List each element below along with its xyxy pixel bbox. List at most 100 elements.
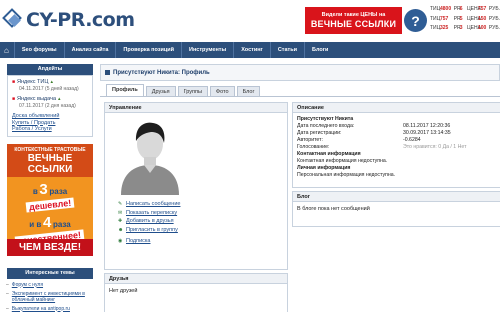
blog-empty-text: В блоге пока нет сообщений	[297, 206, 370, 212]
add-user-icon: ✚	[118, 218, 123, 225]
topic-link[interactable]: Выкупатели на antipop.ru	[12, 306, 70, 312]
left-sidebar: Апдейты ■ Яндекс ТИЦ ▴ 04.11.2017 (5 дне…	[0, 64, 97, 312]
nav-item-hosting[interactable]: Хостинг	[233, 42, 270, 58]
bullet-icon: –	[6, 290, 9, 297]
show-conversation-link[interactable]: Показать переписку	[126, 210, 177, 216]
update-item: ■ Яндекс выдача ▴ 07.11.2017 (2 дня наза…	[12, 96, 88, 110]
invite-group-link[interactable]: Пригласить в группу	[126, 227, 178, 233]
price-label: ЦЕНА	[466, 25, 481, 31]
send-message-action[interactable]: ✎ Написать сообщение	[118, 200, 180, 209]
price-value: 4800	[440, 6, 452, 12]
price-value: 757	[477, 6, 487, 12]
topic-item: – Форум с нуля	[0, 282, 97, 288]
promo-word: раза	[49, 186, 68, 196]
invite-group-action[interactable]: ☻ Пригласить в группу	[118, 226, 180, 235]
desc-row: Авторитет: -0.6284	[297, 137, 497, 144]
home-icon[interactable]: ⌂	[4, 46, 9, 55]
yandex-icon: ■	[12, 96, 16, 102]
profile-actions: ✎ Написать сообщение ✉ Показать переписк…	[118, 200, 180, 246]
yandex-icon: ■	[12, 79, 16, 85]
tab-blog[interactable]: Блог	[236, 86, 261, 96]
promo-small-text: КОНТЕКСТНЫЕ ТРАСТОВЫЕ	[14, 146, 86, 153]
ad-banner[interactable]: Видели такие ЦЕНЫ на ВЕЧНЫЕ ССЫЛКИ	[305, 7, 402, 34]
nav-item-site-analysis[interactable]: Анализ сайта	[63, 42, 116, 58]
price-value: 757	[440, 15, 449, 22]
desc-value: -0.6284	[403, 137, 421, 143]
personal-title: Личная информация	[297, 165, 351, 171]
topic-link[interactable]: Форум с нуля	[12, 282, 43, 288]
avatar	[121, 122, 179, 195]
updates-title: Апдейты	[7, 64, 93, 75]
nav-item-seo-forums[interactable]: Seo форумы	[13, 42, 64, 58]
sidebar-link-jobs[interactable]: Работа / Услуги	[12, 126, 88, 133]
desc-key: Дата последнего входа:	[297, 123, 355, 129]
manage-panel: Управление ✎ Написать сообщение ✉ Показа…	[104, 102, 288, 270]
add-friend-link[interactable]: Добавить в друзья	[126, 218, 174, 224]
vote-value[interactable]: Это нравится: 0 Да / 1 Нет	[403, 144, 497, 151]
description-body: Присутствуют Никита Дата последнего вход…	[293, 113, 500, 182]
update-label[interactable]: Яндекс ТИЦ	[17, 79, 48, 86]
tab-friends[interactable]: Друзья	[145, 86, 176, 96]
rss-icon: ◉	[118, 238, 123, 245]
update-label[interactable]: Яндекс выдача	[17, 96, 56, 103]
topic-item: – Эксперимент с инвестициями в облачный …	[0, 291, 97, 303]
profile-tabs: Профиль Друзья Группы Фото Блог	[100, 84, 500, 97]
page-title: Присутствуют Никита: Профиль	[113, 69, 210, 76]
main-content: Присутствуют Никита: Профиль Профиль Дру…	[100, 64, 500, 312]
nav-item-tools[interactable]: Инструменты	[181, 42, 233, 58]
tab-groups[interactable]: Группы	[177, 86, 208, 96]
question-icon[interactable]: ?	[404, 9, 427, 32]
description-title: Описание	[293, 103, 500, 113]
blog-panel: Блог В блоге пока нет сообщений	[292, 191, 500, 227]
promo-header: КОНТЕКСТНЫЕ ТРАСТОВЫЕ ВЕЧНЫЕ ССЫЛКИ	[7, 143, 93, 177]
bullet-icon: –	[6, 281, 9, 288]
pencil-icon: ✎	[118, 201, 123, 208]
promo-banner[interactable]: КОНТЕКСТНЫЕ ТРАСТОВЫЕ ВЕЧНЫЕ ССЫЛКИ в 3 …	[7, 143, 93, 256]
subscribe-link[interactable]: Подписка	[126, 238, 151, 244]
group-icon: ☻	[118, 226, 124, 233]
topic-link[interactable]: Эксперимент с инвестициями в облачный ма…	[12, 291, 97, 303]
price-value: 100	[477, 25, 487, 31]
nav-item-position-check[interactable]: Проверка позиций	[115, 42, 181, 58]
contact-title: Контактная информация	[297, 151, 361, 157]
price-label: ТИЦ	[430, 25, 441, 31]
subscribe-action[interactable]: ◉ Подписка	[118, 237, 180, 246]
price-currency: РУБ.	[488, 6, 500, 12]
price-currency: РУБ.	[488, 25, 500, 31]
nav-item-blogs[interactable]: Блоги	[304, 42, 335, 58]
bullet-icon: –	[6, 305, 9, 312]
price-row: ТИЦ 325 PR 3 ЦЕНА 100 РУБ.	[430, 24, 500, 34]
send-message-link[interactable]: Написать сообщение	[126, 201, 180, 207]
add-friend-action[interactable]: ✚ Добавить в друзья	[118, 217, 180, 226]
desc-key: Голосование:	[297, 144, 330, 150]
price-label: ЦЕНА	[466, 6, 481, 12]
chart-icon: ▴	[50, 79, 53, 85]
desc-value: 30.09.2017 13:14:35	[403, 130, 451, 136]
price-label: ЦЕНА	[466, 15, 481, 22]
price-label: ТИЦ	[430, 15, 441, 22]
desc-key: Дата регистрации:	[297, 130, 342, 136]
update-date: 07.11.2017 (2 дня назад)	[19, 103, 76, 109]
show-conversation-action[interactable]: ✉ Показать переписку	[118, 209, 180, 218]
price-row: ТИЦ 4800 PR 6 ЦЕНА 757 РУБ.	[430, 5, 500, 15]
promo-tag-cheaper: дешевле!	[25, 197, 75, 212]
price-value: 3	[459, 25, 463, 31]
contact-text: Контактная информация недоступна.	[297, 158, 388, 164]
friends-empty-text: Нет друзей	[109, 288, 138, 294]
sidebar-links: Доска объявлений Купить / Продать Работа…	[12, 113, 88, 133]
desc-row: Дата регистрации: 30.09.2017 13:14:35	[297, 130, 497, 137]
promo-word: раза	[52, 219, 71, 229]
price-value: 5	[459, 15, 463, 22]
update-date: 04.11.2017 (5 дней назад)	[19, 86, 79, 92]
ad-line-2: ВЕЧНЫЕ ССЫЛКИ	[310, 19, 397, 29]
promo-line-2: и в 4 раза	[7, 214, 93, 231]
nav-item-articles[interactable]: Статьи	[269, 42, 304, 58]
user-name: Присутствуют Никита	[297, 116, 354, 122]
price-table: ТИЦ 4800 PR 6 ЦЕНА 757 РУБ. ТИЦ 757 PR 5…	[430, 5, 500, 34]
friends-panel: Друзья Нет друзей	[104, 273, 288, 312]
tab-profile[interactable]: Профиль	[106, 84, 144, 96]
price-value: 6	[459, 6, 463, 12]
promo-line-1: в 3 раза	[7, 181, 93, 198]
tab-photo[interactable]: Фото	[209, 86, 235, 96]
site-logo[interactable]: CY-PR.com	[2, 7, 135, 33]
